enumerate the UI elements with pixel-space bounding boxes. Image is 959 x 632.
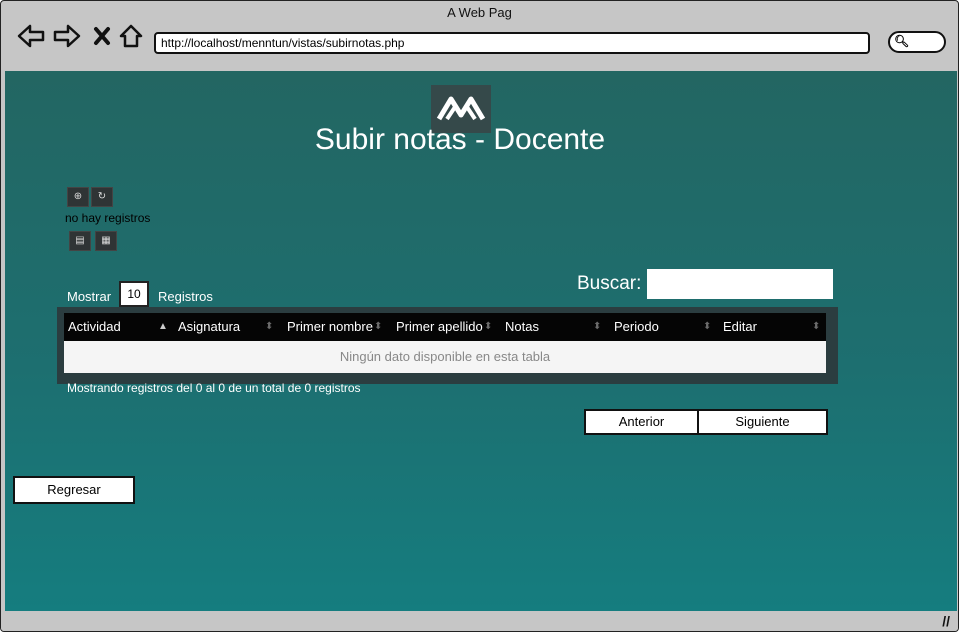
search-label: Buscar:: [577, 273, 642, 294]
previous-page-button[interactable]: Anterior: [584, 409, 699, 435]
sort-icon: ⬍: [593, 321, 602, 332]
add-icon[interactable]: ⊕: [67, 187, 89, 207]
browser-window: A Web Pag http://localhost/menntun/vista…: [0, 0, 959, 632]
resize-grip-icon[interactable]: //: [942, 613, 950, 629]
sort-icon: ⬍: [265, 321, 274, 332]
back-arrow-icon[interactable]: [17, 23, 45, 56]
column-actividad[interactable]: Actividad: [68, 313, 121, 341]
back-button[interactable]: Regresar: [13, 476, 135, 504]
column-editar[interactable]: Editar: [723, 313, 757, 341]
forward-arrow-icon[interactable]: [53, 23, 81, 56]
page-length-select[interactable]: 10: [119, 281, 149, 307]
home-icon[interactable]: [118, 23, 144, 56]
close-icon[interactable]: [93, 23, 111, 56]
browser-search-box[interactable]: 🔍︎: [888, 31, 946, 53]
document-icon[interactable]: ▤: [69, 231, 91, 251]
no-records-text: no hay registros: [65, 211, 151, 225]
pdf-icon[interactable]: ▦: [95, 231, 117, 251]
sort-icon: ⬍: [374, 321, 383, 332]
column-asignatura[interactable]: Asignatura: [178, 313, 240, 341]
sort-icon: ⬍: [703, 321, 712, 332]
show-label: Mostrar: [67, 289, 112, 304]
sort-asc-icon: ▲: [158, 321, 168, 332]
table-header: Actividad ▲ Asignatura ⬍ Primer nombre ⬍…: [64, 313, 826, 341]
column-notas[interactable]: Notas: [505, 313, 539, 341]
search-input[interactable]: [647, 269, 833, 299]
records-label: Registros: [158, 289, 213, 304]
refresh-icon[interactable]: ↻: [91, 187, 113, 207]
column-primer-nombre[interactable]: Primer nombre: [287, 313, 373, 341]
search-icon: 🔍︎: [894, 34, 910, 48]
column-periodo[interactable]: Periodo: [614, 313, 659, 341]
page-title: Subir notas - Docente: [314, 123, 606, 156]
status-bar: //: [1, 611, 958, 631]
window-title: A Web Pag: [447, 5, 512, 20]
next-page-button[interactable]: Siguiente: [697, 409, 828, 435]
table-info: Mostrando registros del 0 al 0 de un tot…: [67, 381, 361, 395]
column-primer-apellido[interactable]: Primer apellido: [396, 313, 483, 341]
sort-icon: ⬍: [484, 321, 493, 332]
address-bar[interactable]: http://localhost/menntun/vistas/subirnot…: [154, 32, 870, 54]
empty-table-row: Ningún dato disponible en esta tabla: [64, 341, 826, 373]
sort-icon: ⬍: [812, 321, 821, 332]
page-content: Subir notas - Docente ⊕ ↻ no hay registr…: [5, 71, 957, 611]
records-table: Actividad ▲ Asignatura ⬍ Primer nombre ⬍…: [57, 307, 838, 384]
